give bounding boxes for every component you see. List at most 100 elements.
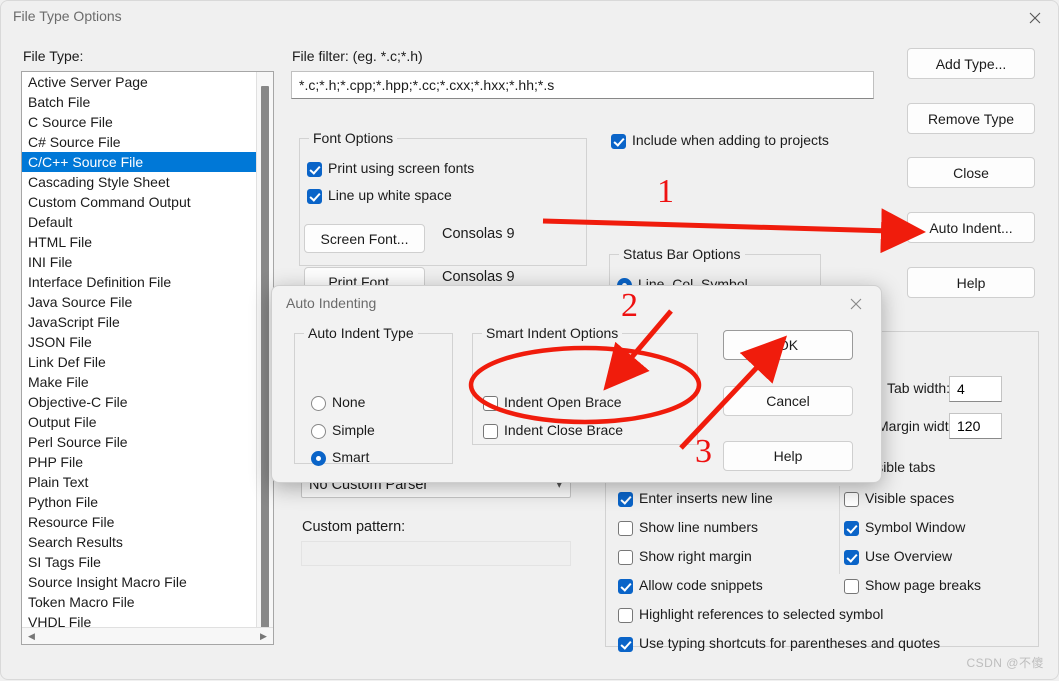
list-item[interactable]: Default	[22, 212, 256, 232]
print-using-screen-fonts-checkbox[interactable]	[307, 162, 322, 177]
include-when-adding-to-projects-checkbox[interactable]	[611, 134, 626, 149]
screen-font-button[interactable]: Screen Font...	[304, 224, 425, 253]
custom-pattern-label: Custom pattern:	[302, 519, 406, 535]
enter-inserts-new-line-checkbox[interactable]	[618, 492, 633, 507]
visible-spaces-checkbox[interactable]	[844, 492, 859, 507]
enter-inserts-new-line-label: Enter inserts new line	[639, 490, 773, 506]
symbol-window-checkbox[interactable]	[844, 521, 859, 536]
show-right-margin-checkbox[interactable]	[618, 550, 633, 565]
list-item[interactable]: Interface Definition File	[22, 272, 256, 292]
list-item[interactable]: C/C++ Source File	[22, 152, 256, 172]
scroll-right-arrow-icon[interactable]: ▶	[258, 631, 269, 642]
list-item[interactable]: Objective-C File	[22, 392, 256, 412]
list-item[interactable]: Resource File	[22, 512, 256, 532]
auto-indent-type-title: Auto Indent Type	[304, 325, 418, 341]
close-icon[interactable]	[839, 291, 873, 317]
help-button[interactable]: Help	[907, 267, 1035, 298]
scrollbar-thumb[interactable]	[261, 86, 269, 631]
list-item[interactable]: Python File	[22, 492, 256, 512]
annotation-step-3: 3	[695, 433, 712, 470]
annotation-step-1: 1	[657, 173, 674, 210]
line-up-white-space-checkbox[interactable]	[307, 189, 322, 204]
indent-close-brace-checkbox[interactable]	[483, 424, 498, 439]
indent-open-brace-label: Indent Open Brace	[504, 394, 622, 410]
list-item[interactable]: Source Insight Macro File	[22, 572, 256, 592]
file-type-list-items: Active Server Page Batch File C Source Fil…	[22, 72, 256, 632]
margin-width-label: Margin width:	[877, 418, 961, 434]
list-item[interactable]: Token Macro File	[22, 592, 256, 612]
window-title: File Type Options	[13, 8, 122, 24]
indent-close-brace-label: Indent Close Brace	[504, 422, 624, 438]
file-type-list[interactable]: Active Server Page Batch File C Source Fil…	[21, 71, 274, 645]
list-item[interactable]: Custom Command Output	[22, 192, 256, 212]
list-item[interactable]: C Source File	[22, 112, 256, 132]
list-item[interactable]: Batch File	[22, 92, 256, 112]
list-item[interactable]: JavaScript File	[22, 312, 256, 332]
list-item[interactable]: Make File	[22, 372, 256, 392]
annotation-step-2: 2	[621, 287, 638, 324]
list-item[interactable]: Link Def File	[22, 352, 256, 372]
list-item[interactable]: Active Server Page	[22, 72, 256, 92]
margin-width-input[interactable]	[949, 413, 1002, 439]
custom-pattern-input[interactable]	[301, 541, 571, 566]
file-type-options-window: File Type Options File Type: Active Serv…	[0, 0, 1059, 680]
show-page-breaks-label: Show page breaks	[865, 577, 981, 593]
font-options-title: Font Options	[309, 130, 398, 146]
close-button[interactable]: Close	[907, 157, 1035, 188]
typing-shortcuts-checkbox[interactable]	[618, 637, 633, 652]
auto-indent-none-radio[interactable]	[311, 396, 326, 411]
dialog-help-button[interactable]: Help	[723, 441, 853, 471]
auto-indent-simple-label: Simple	[332, 422, 375, 438]
show-line-numbers-checkbox[interactable]	[618, 521, 633, 536]
allow-code-snippets-checkbox[interactable]	[618, 579, 633, 594]
include-when-adding-to-projects-label: Include when adding to projects	[632, 132, 829, 148]
list-item[interactable]: SI Tags File	[22, 552, 256, 572]
window-title-bar: File Type Options	[1, 1, 1058, 34]
add-type-button[interactable]: Add Type...	[907, 48, 1035, 79]
auto-indent-smart-label: Smart	[332, 449, 370, 465]
smart-indent-options-title: Smart Indent Options	[482, 325, 623, 341]
print-using-screen-fonts-label: Print using screen fonts	[328, 160, 475, 176]
symbol-window-label: Symbol Window	[865, 519, 966, 535]
show-right-margin-label: Show right margin	[639, 548, 752, 564]
list-item[interactable]: Java Source File	[22, 292, 256, 312]
line-up-white-space-label: Line up white space	[328, 187, 452, 203]
close-icon[interactable]	[1012, 1, 1058, 34]
auto-indent-simple-radio[interactable]	[311, 424, 326, 439]
use-overview-checkbox[interactable]	[844, 550, 859, 565]
file-type-list-horizontal-scrollbar[interactable]: ◀ ▶	[22, 627, 273, 644]
highlight-references-checkbox[interactable]	[618, 608, 633, 623]
dialog-ok-button[interactable]: OK	[723, 330, 853, 360]
list-item[interactable]: INI File	[22, 252, 256, 272]
list-item[interactable]: HTML File	[22, 232, 256, 252]
show-line-numbers-label: Show line numbers	[639, 519, 759, 535]
file-filter-input[interactable]	[291, 71, 874, 99]
auto-indent-smart-radio[interactable]	[311, 451, 326, 466]
list-item[interactable]: Cascading Style Sheet	[22, 172, 256, 192]
use-overview-label: Use Overview	[865, 548, 953, 564]
watermark: CSDN @不傻	[966, 656, 1044, 670]
tab-width-label: Tab width:	[887, 380, 951, 396]
file-type-label: File Type:	[23, 48, 84, 64]
show-page-breaks-checkbox[interactable]	[844, 579, 859, 594]
list-item[interactable]: Plain Text	[22, 472, 256, 492]
print-font-value: Consolas 9	[442, 269, 515, 285]
options-column-divider	[839, 486, 840, 574]
auto-indent-button[interactable]: Auto Indent...	[907, 212, 1035, 243]
list-item[interactable]: JSON File	[22, 332, 256, 352]
file-filter-label: File filter: (eg. *.c;*.h)	[292, 48, 423, 64]
list-item[interactable]: Output File	[22, 412, 256, 432]
annotation-arrow-1	[542, 208, 926, 254]
scroll-left-arrow-icon[interactable]: ◀	[26, 631, 37, 642]
list-item[interactable]: C# Source File	[22, 132, 256, 152]
remove-type-button[interactable]: Remove Type	[907, 103, 1035, 134]
indent-open-brace-checkbox[interactable]	[483, 396, 498, 411]
tab-width-input[interactable]	[949, 376, 1002, 402]
list-item[interactable]: PHP File	[22, 452, 256, 472]
dialog-cancel-button[interactable]: Cancel	[723, 386, 853, 416]
auto-indent-none-label: None	[332, 394, 366, 410]
list-item[interactable]: Search Results	[22, 532, 256, 552]
visible-spaces-label: Visible spaces	[865, 490, 955, 506]
typing-shortcuts-label: Use typing shortcuts for parentheses and…	[639, 635, 941, 651]
list-item[interactable]: Perl Source File	[22, 432, 256, 452]
